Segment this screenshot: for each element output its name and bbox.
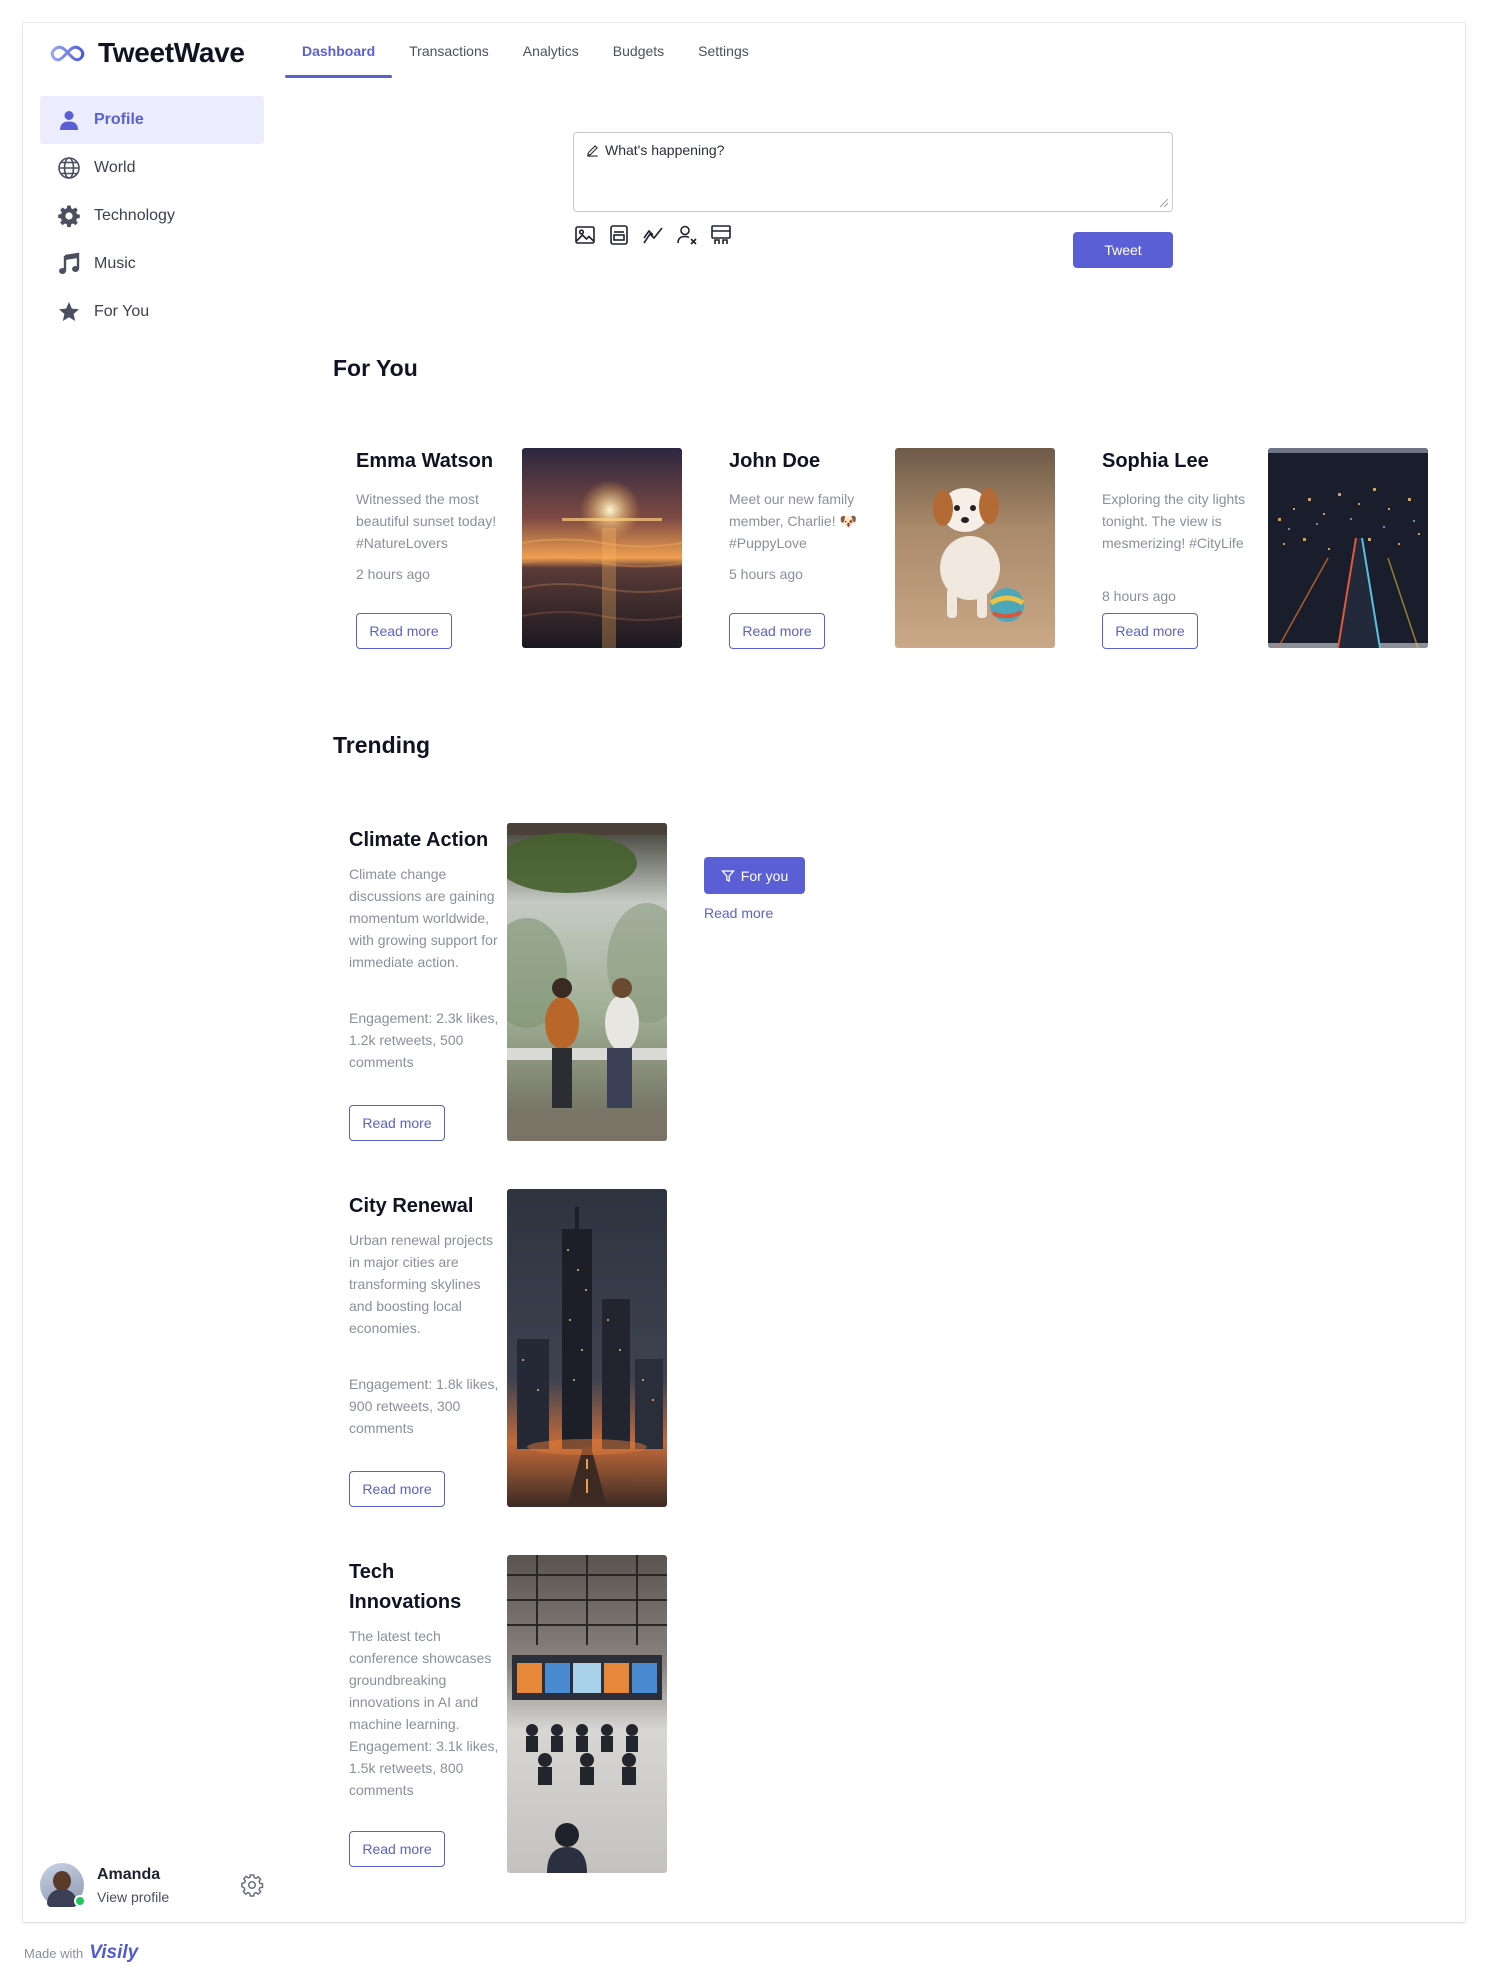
person-remove-icon[interactable] bbox=[675, 223, 699, 247]
read-more-button[interactable]: Read more bbox=[356, 613, 452, 649]
star-icon bbox=[56, 299, 82, 325]
post-author: John Doe bbox=[729, 450, 821, 472]
avatar-face bbox=[53, 1871, 71, 1891]
post-time: 8 hours ago bbox=[1102, 588, 1176, 604]
avatar[interactable] bbox=[40, 1863, 86, 1907]
pencil-icon bbox=[587, 145, 598, 157]
tab-transactions[interactable]: Transactions bbox=[392, 23, 506, 78]
read-more-button[interactable]: Read more bbox=[349, 1471, 445, 1507]
logo-mark-icon bbox=[50, 45, 85, 62]
post-image-city-lights[interactable] bbox=[1268, 448, 1428, 648]
avatar-body bbox=[47, 1889, 77, 1907]
trend-image-conference[interactable] bbox=[507, 1555, 667, 1873]
filter-label: For you bbox=[740, 867, 789, 884]
for-you-card: Sophia Lee Exploring the city lights ton… bbox=[1102, 448, 1428, 649]
gif-icon[interactable] bbox=[607, 223, 631, 247]
read-more-link[interactable]: Read more bbox=[704, 905, 773, 921]
tab-settings[interactable]: Settings bbox=[681, 23, 766, 78]
trending-title: Trending bbox=[333, 732, 431, 758]
app-window: TweetWave Dashboard Transactions Analyti… bbox=[23, 23, 1465, 1922]
read-more-button[interactable]: Read more bbox=[729, 613, 825, 649]
user-name: Amanda bbox=[97, 1865, 161, 1883]
trending-card: City Renewal Urban renewal projects in m… bbox=[349, 1189, 669, 1507]
app-logo[interactable]: TweetWave bbox=[48, 37, 245, 69]
post-text: Exploring the city lights tonight. The v… bbox=[1102, 491, 1246, 551]
trend-engagement: Engagement: 2.3k likes, 1.2k retweets, 5… bbox=[349, 1010, 499, 1070]
schedule-icon[interactable] bbox=[709, 223, 733, 247]
settings-gear-icon[interactable] bbox=[240, 1873, 264, 1897]
brand-logo: Visily bbox=[89, 1942, 139, 1963]
for-you-filter-button[interactable]: For you bbox=[704, 857, 805, 894]
trend-title: Tech Innovations bbox=[349, 1561, 462, 1613]
globe-icon bbox=[56, 155, 82, 181]
sidebar-item-label: World bbox=[94, 159, 136, 176]
resize-handle-icon[interactable] bbox=[1158, 197, 1169, 208]
post-image-sunset[interactable] bbox=[522, 448, 682, 648]
composer-placeholder: What's happening? bbox=[605, 142, 725, 158]
image-icon[interactable] bbox=[573, 223, 597, 247]
sidebar-item-label: Music bbox=[94, 255, 136, 272]
tab-analytics[interactable]: Analytics bbox=[506, 23, 596, 78]
sidebar: Profile World Technology Music For You bbox=[40, 96, 264, 336]
music-note-icon bbox=[56, 251, 82, 277]
user-card: Amanda View profile bbox=[40, 1859, 264, 1911]
tweet-composer-input[interactable]: What's happening? bbox=[573, 132, 1173, 212]
gear-icon bbox=[56, 203, 82, 229]
made-with-footer[interactable]: Made with Visily bbox=[24, 1942, 138, 1964]
sidebar-item-label: Profile bbox=[94, 111, 144, 128]
composer-toolbar bbox=[573, 223, 733, 247]
for-you-title: For You bbox=[333, 355, 418, 381]
trend-text: Urban renewal projects in major cities a… bbox=[349, 1232, 493, 1336]
post-text: Witnessed the most beautiful sunset toda… bbox=[356, 491, 497, 551]
post-author: Emma Watson bbox=[356, 450, 494, 472]
for-you-card: John Doe Meet our new family member, Cha… bbox=[729, 448, 1055, 649]
read-more-button[interactable]: Read more bbox=[349, 1105, 445, 1141]
view-profile-link[interactable]: View profile bbox=[97, 1889, 169, 1905]
post-text: Meet our new family member, Charlie! 🐶 #… bbox=[729, 491, 857, 551]
read-more-button[interactable]: Read more bbox=[1102, 613, 1198, 649]
tweet-button[interactable]: Tweet bbox=[1073, 232, 1173, 268]
sidebar-item-world[interactable]: World bbox=[40, 144, 264, 192]
for-you-card: Emma Watson Witnessed the most beautiful… bbox=[356, 448, 682, 649]
trend-image-city[interactable] bbox=[507, 1189, 667, 1507]
trend-engagement: Engagement: 3.1k likes, 1.5k retweets, 8… bbox=[349, 1738, 499, 1798]
online-status-dot bbox=[74, 1895, 86, 1907]
trend-image-climate[interactable] bbox=[507, 823, 667, 1141]
post-image-puppy[interactable] bbox=[895, 448, 1055, 648]
sidebar-item-profile[interactable]: Profile bbox=[40, 96, 264, 144]
person-icon bbox=[56, 107, 82, 133]
sidebar-item-music[interactable]: Music bbox=[40, 240, 264, 288]
tab-dashboard[interactable]: Dashboard bbox=[285, 23, 393, 78]
sidebar-item-label: For You bbox=[94, 303, 150, 320]
app-name: TweetWave bbox=[98, 37, 245, 68]
trend-title: Climate Action bbox=[349, 829, 489, 851]
sidebar-item-label: Technology bbox=[94, 207, 175, 224]
filter-icon bbox=[720, 869, 735, 882]
trend-title: City Renewal bbox=[349, 1195, 474, 1217]
read-more-button[interactable]: Read more bbox=[349, 1831, 445, 1867]
chart-icon[interactable] bbox=[641, 223, 665, 247]
trending-card: Tech Innovations The latest tech confere… bbox=[349, 1555, 669, 1873]
user-meta: Amanda View profile bbox=[97, 1866, 169, 1905]
trending-card: Climate Action Climate change discussion… bbox=[349, 823, 669, 1141]
sidebar-item-for-you[interactable]: For You bbox=[40, 288, 264, 336]
tab-budgets[interactable]: Budgets bbox=[596, 23, 681, 78]
post-time: 5 hours ago bbox=[729, 566, 803, 582]
trend-engagement: Engagement: 1.8k likes, 900 retweets, 30… bbox=[349, 1376, 499, 1436]
made-with-label: Made with bbox=[24, 1945, 84, 1961]
post-author: Sophia Lee bbox=[1102, 450, 1209, 472]
trend-text: The latest tech conference showcases gro… bbox=[349, 1628, 492, 1732]
top-nav-tabs: Dashboard Transactions Analytics Budgets… bbox=[285, 23, 766, 78]
sidebar-item-technology[interactable]: Technology bbox=[40, 192, 264, 240]
trend-text: Climate change discussions are gaining m… bbox=[349, 866, 498, 970]
post-time: 2 hours ago bbox=[356, 566, 430, 582]
